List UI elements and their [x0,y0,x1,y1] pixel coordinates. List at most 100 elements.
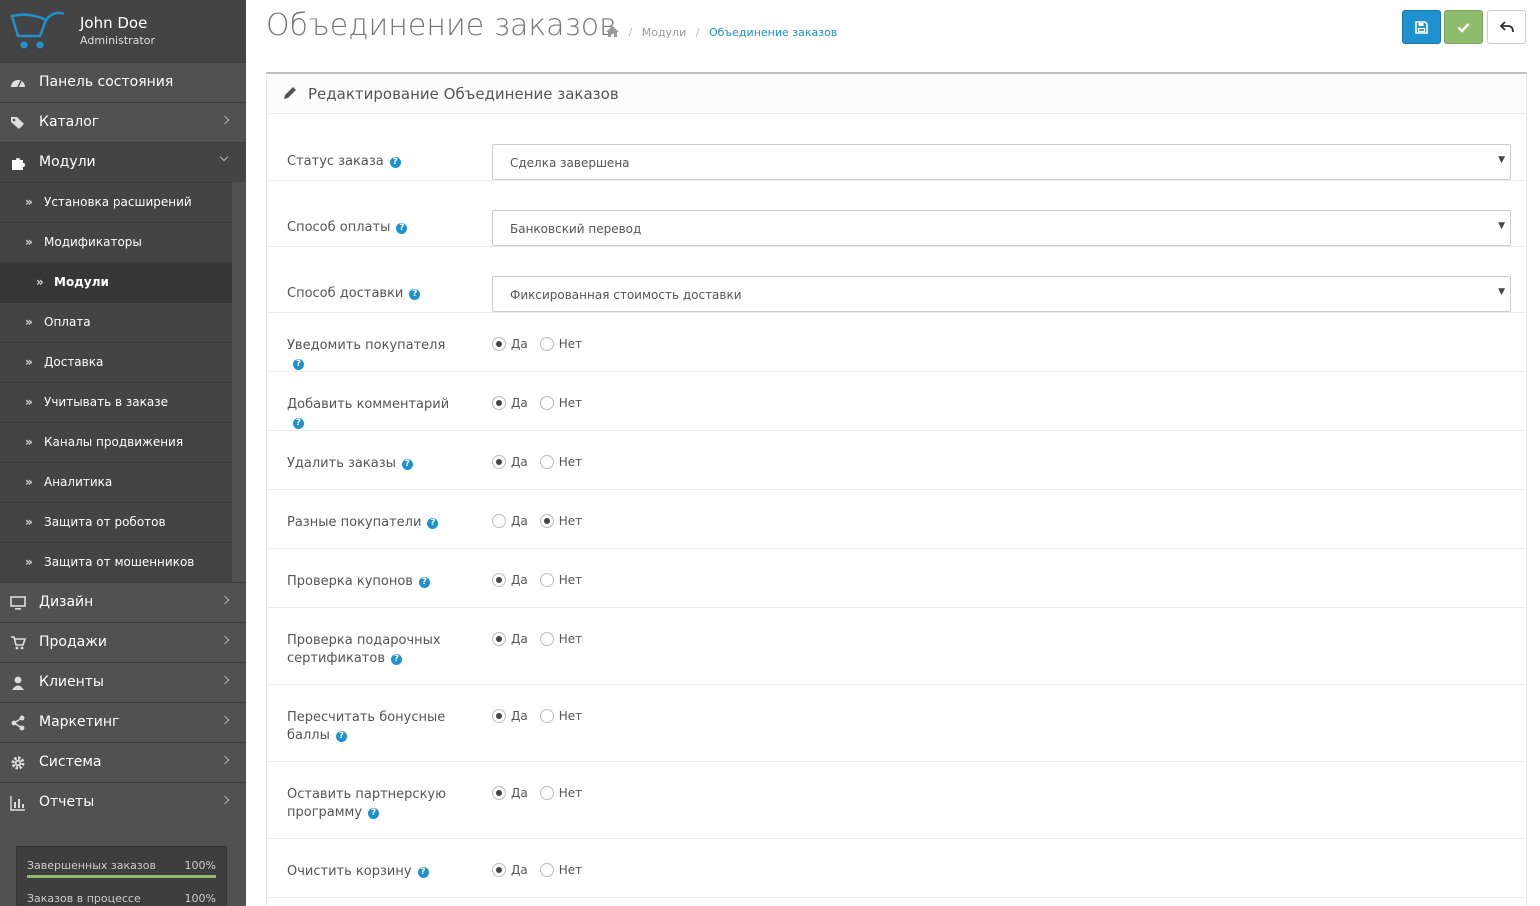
panel-heading: Редактирование Объединение заказов [267,74,1526,114]
radio-yes[interactable]: Да [492,709,528,723]
user-profile[interactable]: John Doe Administrator [0,0,246,62]
breadcrumb-separator: / [628,26,633,39]
radio-button[interactable] [492,709,506,723]
submenu-item-shipping[interactable]: » Доставка [0,342,232,382]
gear-icon [11,756,25,770]
radio-button[interactable] [539,786,554,800]
field-label: Пересчитать бонусные баллы? [287,709,457,745]
radio-button[interactable] [492,396,506,410]
radio-button[interactable] [492,455,506,469]
field-label-text: Пересчитать бонусные баллы [287,710,446,743]
sidebar-item-label: Продажи [39,634,107,650]
submenu-item-label: Модификаторы [44,235,142,249]
sidebar-item-sales[interactable]: Продажи [0,622,246,662]
radio-no[interactable]: Нет [539,455,582,469]
radio-label: Да [511,337,528,351]
chevron-right-icon [220,755,230,765]
back-button[interactable] [1487,10,1526,44]
question-icon[interactable]: ? [427,518,439,529]
sidebar-item-design[interactable]: Дизайн [0,582,246,622]
submenu-item-fraud[interactable]: » Защита от мошенников [0,542,232,582]
question-icon[interactable]: ? [418,577,430,588]
radio-yes[interactable]: Да [492,396,528,410]
submenu-item-payment[interactable]: » Оплата [0,302,232,342]
radio-no[interactable]: Нет [539,863,582,877]
submenu-item-modules[interactable]: » Модули [0,262,232,302]
radio-yes[interactable]: Да [492,455,528,469]
radio-button[interactable] [492,573,506,587]
radio-no[interactable]: Нет [539,786,582,800]
radio-yes[interactable]: Да [492,337,528,351]
shipping-method-select[interactable]: Фиксированная стоимость доставки ▼ [492,276,1511,312]
submenu-item-order-totals[interactable]: » Учитывать в заказе [0,382,232,422]
submenu-item-extensions[interactable]: » Установка расширений [0,182,232,222]
order-status-select[interactable]: Сделка завершена ▼ [492,144,1511,180]
radio-no[interactable]: Нет [539,337,582,351]
field-label-text: Проверка подарочных сертификатов [287,633,441,666]
radio-no[interactable]: Нет [539,709,582,723]
caret-down-icon: ▼ [1498,287,1505,297]
home-icon[interactable] [606,26,619,37]
radio-no[interactable]: Нет [539,632,582,646]
form-row-payment-method: Способ оплаты? Банковский перевод ▼ [267,181,1526,247]
radio-button[interactable] [539,709,554,723]
double-chevron-icon: » [25,235,33,249]
save-button[interactable] [1402,10,1441,44]
radio-no[interactable]: Нет [539,396,582,410]
radio-button[interactable] [539,337,554,351]
radio-button[interactable] [492,786,506,800]
radio-button[interactable] [492,337,506,351]
sidebar-item-catalog[interactable]: Каталог [0,102,246,142]
radio-button[interactable] [492,863,506,877]
radio-yes[interactable]: Да [492,632,528,646]
question-icon[interactable]: ? [293,359,304,370]
delete-orders-radio-group: Да Нет [492,455,594,469]
question-icon[interactable]: ? [368,808,380,819]
radio-button[interactable] [492,632,506,646]
radio-yes[interactable]: Да [492,863,528,877]
puzzle-icon [12,158,25,170]
form-row-check-vouchers: Проверка подарочных сертификатов? Да Нет [267,608,1526,685]
form-row-delete-orders: Удалить заказы? Да Нет [267,431,1526,490]
radio-button[interactable] [539,573,554,587]
stat-label: Завершенных заказов [27,859,156,872]
pencil-icon [284,87,296,99]
submenu-item-modifications[interactable]: » Модификаторы [0,222,232,262]
stat-completed: Завершенных заказов 100% [27,859,216,878]
sidebar-item-dashboard[interactable]: Панель состояния [0,62,246,102]
question-icon[interactable]: ? [396,223,408,234]
radio-yes[interactable]: Да [492,514,528,528]
submenu-item-captcha[interactable]: » Защита от роботов [0,502,232,542]
radio-no[interactable]: Нет [539,573,582,587]
radio-button[interactable] [539,455,554,469]
payment-method-select[interactable]: Банковский перевод ▼ [492,210,1511,246]
question-icon[interactable]: ? [293,418,304,429]
field-label-text: Уведомить покупателя [287,338,446,353]
question-icon[interactable]: ? [389,157,401,168]
radio-button[interactable] [539,632,554,646]
question-icon[interactable]: ? [391,654,402,665]
tags-icon [11,117,24,129]
question-icon[interactable]: ? [409,289,421,300]
breadcrumb-link-modules[interactable]: Модули [642,26,687,39]
sidebar-item-marketing[interactable]: Маркетинг [0,702,246,742]
radio-button[interactable] [492,514,506,528]
sidebar-item-label: Маркетинг [39,714,120,730]
submenu-item-feeds[interactable]: » Каналы продвижения [0,422,232,462]
save-and-stay-button[interactable] [1444,10,1483,44]
breadcrumb-link-current[interactable]: Объединение заказов [709,26,837,39]
radio-button[interactable] [539,514,554,528]
radio-no[interactable]: Нет [539,514,582,528]
submenu-item-analytics[interactable]: » Аналитика [0,462,232,502]
sidebar-item-reports[interactable]: Отчеты [0,782,246,822]
radio-button[interactable] [539,863,554,877]
sidebar-item-system[interactable]: Система [0,742,246,782]
radio-yes[interactable]: Да [492,786,528,800]
question-icon[interactable]: ? [401,459,413,470]
sidebar-item-modules[interactable]: Модули [0,142,246,182]
question-icon[interactable]: ? [417,867,429,878]
radio-yes[interactable]: Да [492,573,528,587]
sidebar-item-customers[interactable]: Клиенты [0,662,246,702]
question-icon[interactable]: ? [335,731,347,742]
radio-button[interactable] [539,396,554,410]
